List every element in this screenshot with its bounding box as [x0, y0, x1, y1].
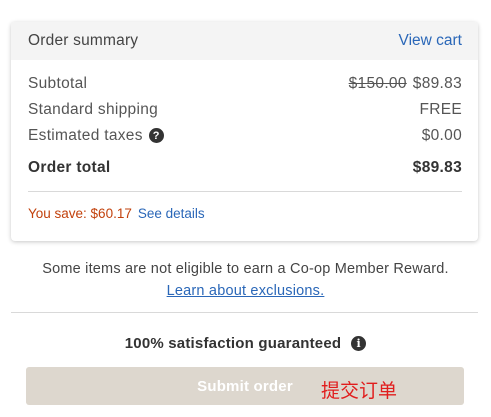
view-cart-link[interactable]: View cart: [399, 32, 462, 50]
reward-notice-text: Some items are not eligible to earn a Co…: [42, 261, 449, 277]
see-details-link[interactable]: See details: [138, 206, 205, 221]
subtotal-label: Subtotal: [28, 75, 88, 92]
submit-order-label: Submit order: [197, 377, 293, 395]
savings-line: You save: $60.17 See details: [28, 206, 462, 221]
subtotal-row: Subtotal $150.00 $89.83: [28, 75, 462, 93]
order-total-row: Order total $89.83: [28, 159, 462, 177]
submit-annotation: 提交订单: [321, 380, 398, 402]
info-icon[interactable]: i: [351, 336, 367, 351]
savings-text: You save: $60.17: [28, 206, 132, 221]
order-summary-header: Order summary View cart: [11, 22, 478, 60]
reward-notice: Some items are not eligible to earn a Co…: [0, 258, 491, 302]
order-summary-title: Order summary: [28, 32, 139, 49]
subtotal-value: $89.83: [412, 75, 462, 92]
shipping-row: Standard shipping FREE: [28, 101, 462, 119]
order-total-label: Order total: [28, 159, 111, 176]
learn-exclusions-link[interactable]: Learn about exclusions.: [167, 283, 325, 299]
subtotal-value-group: $150.00 $89.83: [349, 75, 462, 93]
shipping-value: FREE: [419, 101, 462, 118]
shipping-label: Standard shipping: [28, 101, 159, 118]
taxes-value: $0.00: [421, 127, 462, 144]
summary-divider: [28, 191, 462, 192]
order-total-value: $89.83: [412, 159, 462, 176]
subtotal-original-price: $150.00: [348, 75, 407, 92]
order-summary-card: Order summary View cart Subtotal $150.00…: [11, 22, 478, 241]
taxes-label-group: Estimated taxes?: [28, 127, 164, 145]
taxes-label: Estimated taxes: [28, 127, 143, 144]
summary-rows: Subtotal $150.00 $89.83 Standard shipping…: [11, 60, 478, 221]
page-divider: [11, 312, 478, 313]
satisfaction-guarantee: 100% satisfaction guaranteed i: [0, 335, 491, 352]
taxes-row: Estimated taxes? $0.00: [28, 127, 462, 145]
help-icon[interactable]: ?: [148, 128, 164, 144]
submit-order-button[interactable]: Submit order: [26, 367, 464, 405]
guarantee-text: 100% satisfaction guaranteed: [124, 335, 342, 352]
